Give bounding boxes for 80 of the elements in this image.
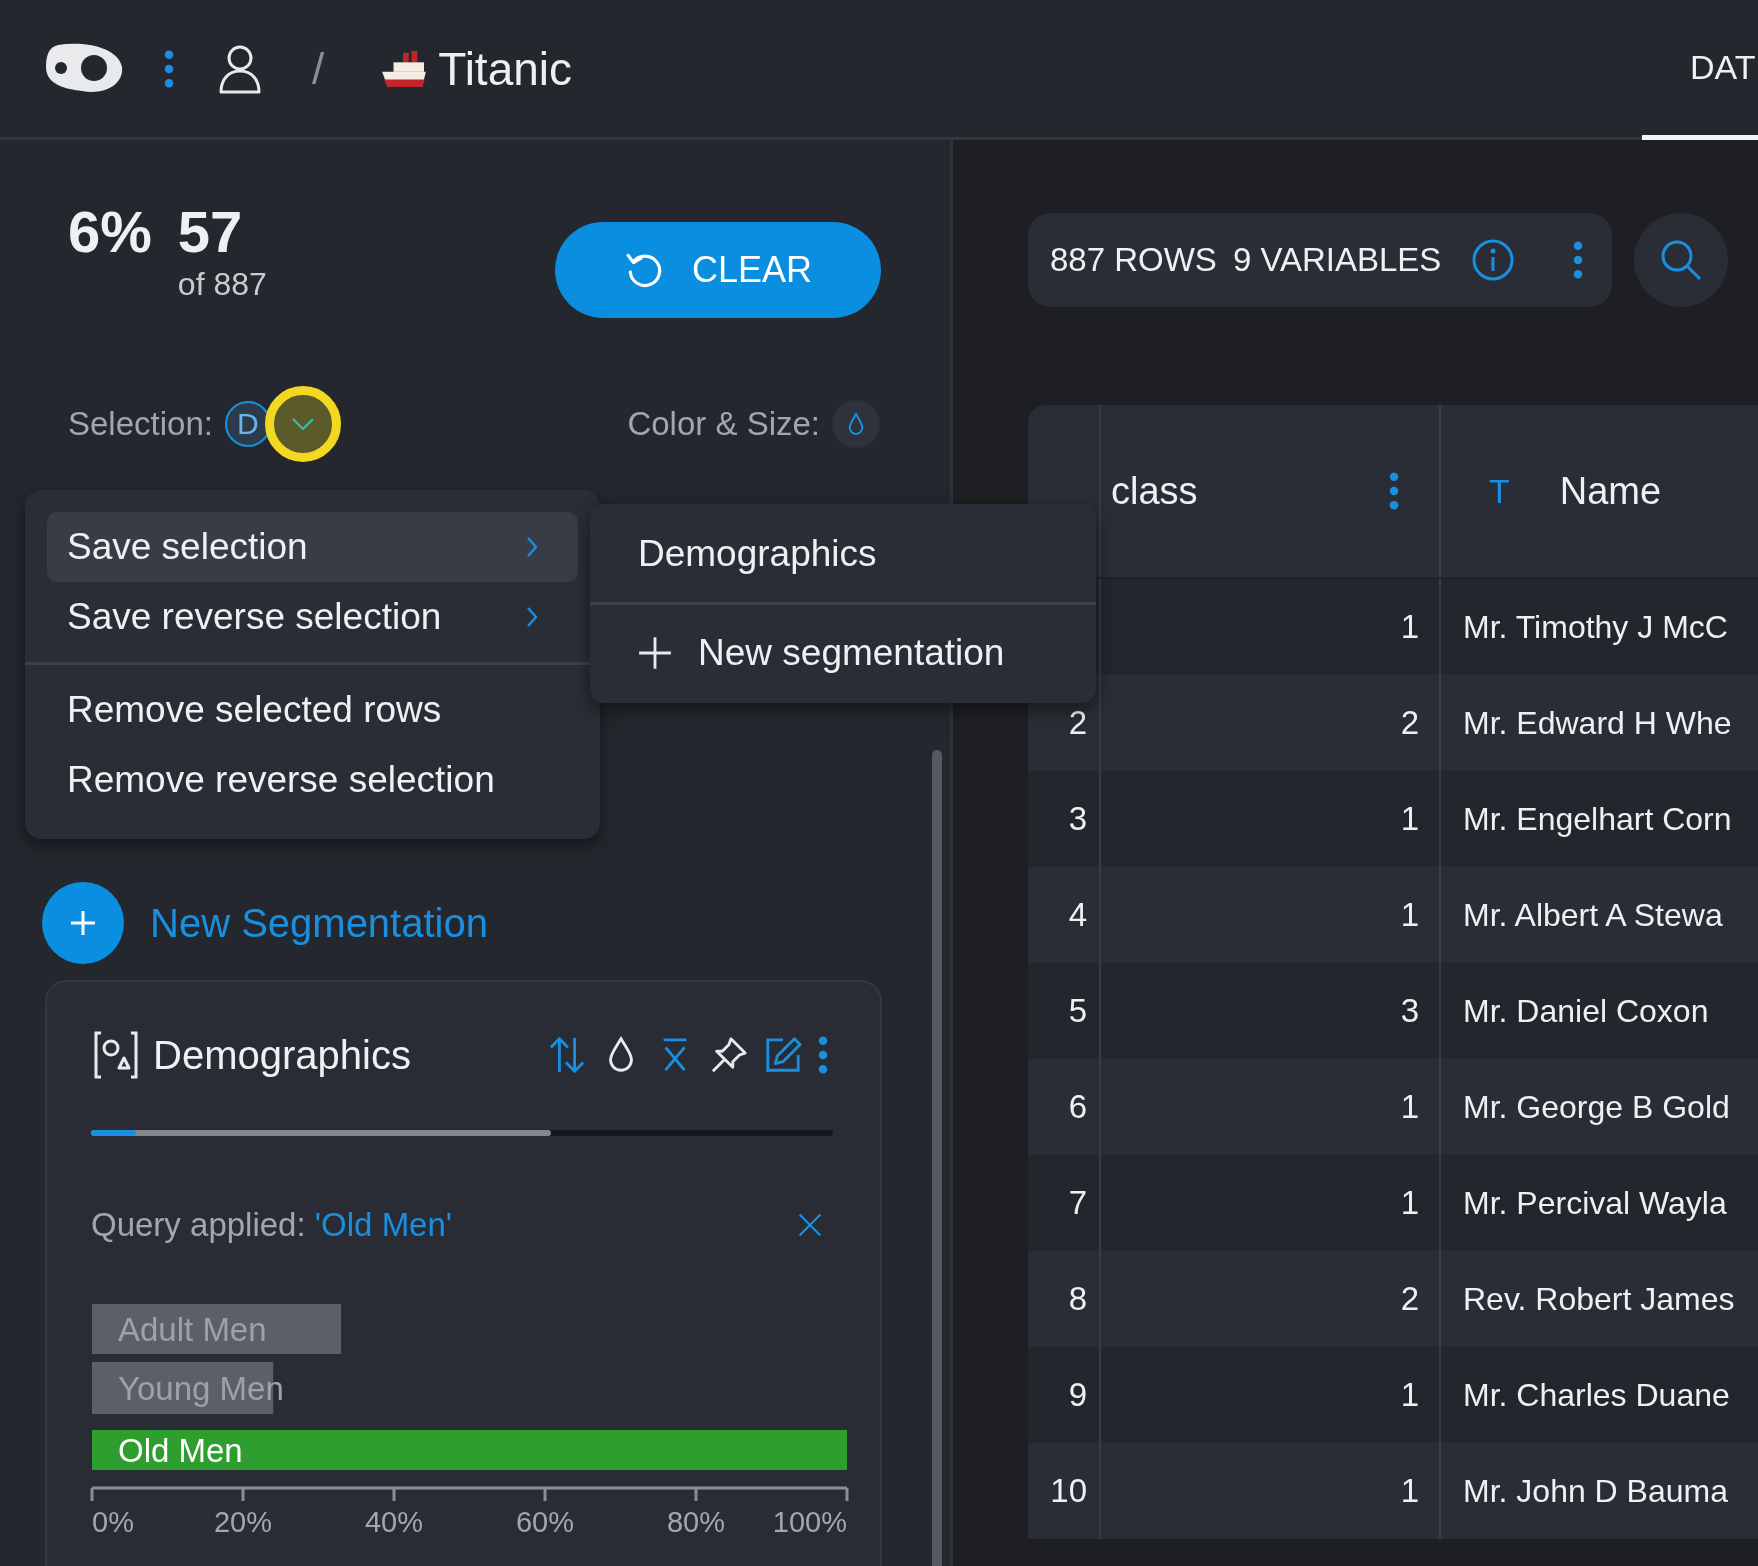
chevron-down-icon — [290, 417, 315, 431]
variable-count: 9 VARIABLES — [1232, 241, 1442, 279]
tick-label: 100% — [772, 1506, 847, 1536]
plus-icon — [638, 636, 672, 670]
tick-label: 80% — [667, 1506, 725, 1536]
table-cell: Mr. George B Gold — [1463, 1088, 1730, 1126]
edit-icon[interactable] — [764, 1036, 802, 1074]
table-cell: 3 — [1400, 992, 1419, 1030]
tick-label: 40% — [365, 1506, 423, 1536]
close-icon[interactable] — [797, 1212, 823, 1238]
kebab-menu-icon[interactable] — [818, 1036, 828, 1074]
table-cell: Mr. Timothy J McC — [1463, 608, 1728, 646]
table-cell: Rev. Robert James — [1463, 1280, 1735, 1318]
table-cell: Mr. Daniel Coxon — [1463, 992, 1709, 1030]
total-count: of 887 — [177, 266, 267, 303]
menu-item[interactable]: Demographics — [590, 512, 1096, 596]
column-header[interactable]: class — [1101, 405, 1441, 577]
table-cell: Mr. Charles Duane — [1463, 1376, 1730, 1414]
kebab-menu-icon[interactable] — [1573, 241, 1584, 279]
menu-item[interactable]: Remove reverse selection — [47, 745, 578, 815]
table-cell: 1 — [1400, 800, 1419, 838]
row-number: 9 — [1068, 1376, 1087, 1414]
row-count: 887 ROWS — [1050, 241, 1217, 279]
user-icon[interactable] — [218, 43, 262, 94]
table-cell: 2 — [1400, 1280, 1419, 1318]
row-number: 10 — [1050, 1472, 1087, 1510]
y-tick-label: Adult Men — [118, 1311, 267, 1348]
row-number: 6 — [1068, 1088, 1087, 1126]
tick-label: 0% — [92, 1506, 134, 1536]
plus-icon — [68, 908, 98, 938]
table-cell: 2 — [1400, 704, 1419, 742]
sort-icon[interactable] — [548, 1036, 586, 1074]
table-cell: 1 — [1400, 1088, 1419, 1126]
scrollbar[interactable] — [932, 750, 942, 1566]
y-tick-label: Old Men — [118, 1432, 243, 1469]
ship-icon — [380, 48, 429, 89]
table-cell: 1 — [1400, 896, 1419, 934]
info-icon[interactable] — [1471, 238, 1516, 282]
kebab-menu-icon[interactable] — [1389, 472, 1399, 510]
table-cell: Mr. John D Bauma — [1463, 1472, 1728, 1510]
drop-icon — [847, 412, 865, 436]
table-cell: 1 — [1400, 1376, 1419, 1414]
text-type-icon: T — [1489, 471, 1510, 511]
row-number: 3 — [1068, 800, 1087, 838]
column-header[interactable]: T Name — [1441, 405, 1758, 577]
breadcrumb-separator: / — [312, 43, 325, 94]
pin-icon[interactable] — [710, 1036, 748, 1074]
table-cell: 1 — [1400, 1184, 1419, 1222]
table-cell: 1 — [1400, 1472, 1419, 1510]
column-title: class — [1111, 469, 1198, 513]
row-number: 5 — [1068, 992, 1087, 1030]
selection-percent: 6% — [68, 200, 152, 266]
table-cell: Mr. Edward H Whe — [1463, 704, 1732, 742]
table-cell: Mr. Percival Wayla — [1463, 1184, 1727, 1222]
table-cell: 1 — [1400, 608, 1419, 646]
tick-label: 60% — [516, 1506, 574, 1536]
menu-item[interactable]: Save selection — [47, 512, 578, 582]
selection-count: 57 — [177, 200, 244, 264]
row-number: 2 — [1068, 704, 1087, 742]
query-text: Query applied: 'Old Men' — [91, 1206, 453, 1244]
row-number: 7 — [1068, 1184, 1087, 1222]
color-drop-button[interactable] — [832, 400, 880, 448]
menu-item[interactable]: Remove selected rows — [47, 675, 578, 745]
dataset-title: Titanic — [438, 41, 572, 96]
card-title: Demographics — [153, 1032, 411, 1078]
table-cell: Mr. Engelhart Corn — [1463, 800, 1732, 838]
new-segmentation-link[interactable]: New Segmentation — [150, 900, 488, 946]
menu-item[interactable]: New segmentation — [590, 611, 1096, 695]
row-number: 8 — [1068, 1280, 1087, 1318]
search-icon — [1659, 238, 1703, 282]
y-tick-label: Young Men — [118, 1370, 284, 1407]
row-number: 4 — [1068, 896, 1087, 934]
tick-label: 20% — [214, 1506, 272, 1536]
selection-label: Selection: — [68, 405, 213, 443]
tab[interactable]: DAT — [1642, 0, 1758, 140]
column-title: Name — [1559, 469, 1662, 513]
menu-item[interactable]: Save reverse selection — [47, 582, 578, 652]
kebab-menu-icon[interactable] — [164, 49, 174, 88]
table-cell: Mr. Albert A Stewa — [1463, 896, 1723, 934]
color-size-label: Color & Size: — [627, 405, 820, 443]
